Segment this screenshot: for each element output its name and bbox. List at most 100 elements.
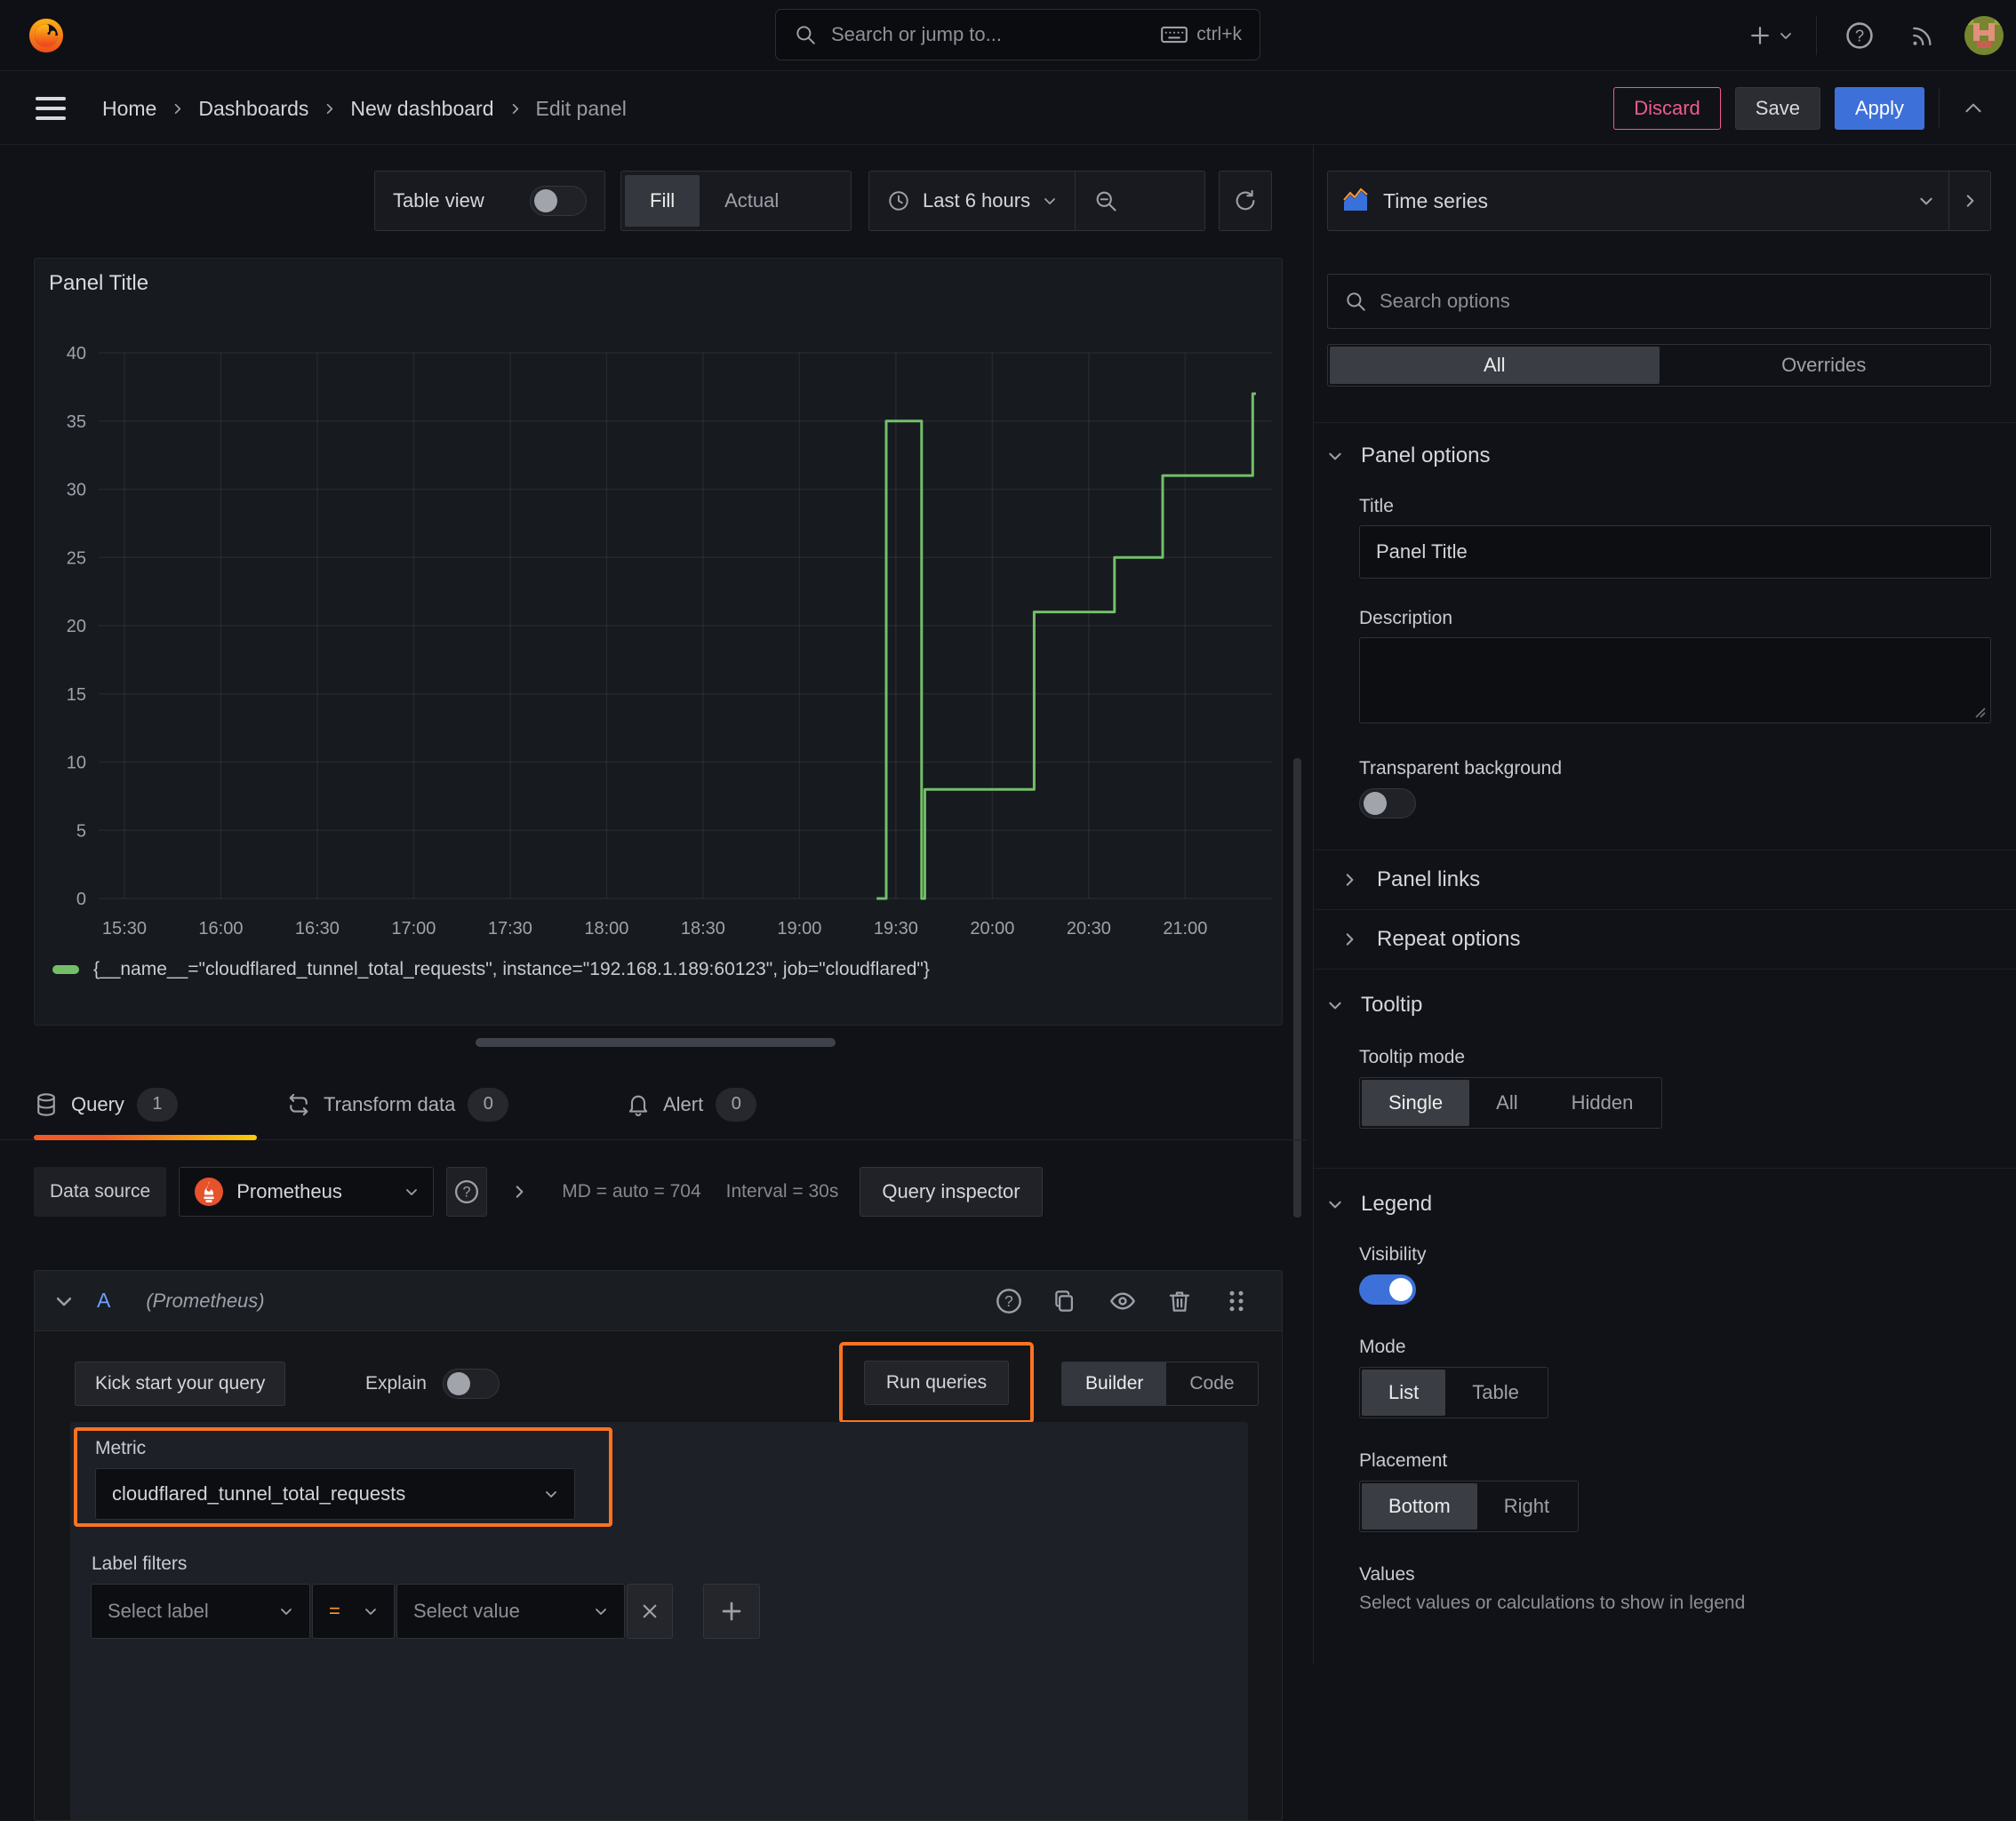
description-textarea[interactable] <box>1359 637 1991 723</box>
scrollbar-thumb[interactable] <box>1293 758 1301 1218</box>
datasource-picker[interactable]: Prometheus <box>179 1167 435 1217</box>
expand-options-button[interactable] <box>501 1184 537 1200</box>
placement-right-option[interactable]: Right <box>1477 1483 1576 1529</box>
legend-swatch[interactable] <box>52 965 79 974</box>
new-menu-button[interactable] <box>1747 22 1793 49</box>
tab-query[interactable]: Query 1 <box>34 1069 178 1139</box>
options-search-input[interactable]: Search options <box>1327 274 1991 329</box>
legend-values-label: Values <box>1359 1564 1415 1585</box>
chevron-down-icon[interactable] <box>54 1291 74 1311</box>
datasource-help-button[interactable]: ? <box>446 1167 488 1217</box>
chevron-down-icon <box>1780 33 1791 39</box>
run-queries-button[interactable]: Run queries <box>863 1361 1010 1405</box>
legend-section-header[interactable]: Legend <box>1327 1192 1991 1217</box>
news-button[interactable] <box>1902 16 1941 55</box>
drag-query-handle[interactable] <box>1221 1286 1252 1316</box>
table-view-toggle[interactable] <box>530 186 587 216</box>
fill-option[interactable]: Fill <box>625 175 700 227</box>
visualization-picker: Time series <box>1327 171 1991 231</box>
shortcut-hint: ctrl+k <box>1161 24 1242 45</box>
svg-text:20:00: 20:00 <box>970 919 1014 938</box>
chevron-right-icon <box>1346 874 1354 886</box>
chevron-down-icon <box>546 1491 556 1498</box>
query-inspector-button[interactable]: Query inspector <box>860 1167 1043 1217</box>
add-filter-button[interactable] <box>703 1584 760 1639</box>
code-option[interactable]: Code <box>1166 1362 1257 1405</box>
svg-text:40: 40 <box>67 344 86 363</box>
panel-title-input[interactable] <box>1359 525 1991 579</box>
table-view-label: Table view <box>393 189 484 212</box>
tooltip-section-header[interactable]: Tooltip <box>1327 993 1991 1018</box>
kick-start-query-button[interactable]: Kick start your query <box>75 1362 286 1406</box>
apply-button[interactable]: Apply <box>1834 87 1924 130</box>
chevron-down-icon <box>365 1609 376 1615</box>
duplicate-query-button[interactable] <box>1051 1286 1081 1316</box>
visualization-select[interactable]: Time series <box>1328 172 1948 230</box>
legend-series-label[interactable]: {__name__="cloudflared_tunnel_total_requ… <box>93 959 930 980</box>
zoom-out-button[interactable] <box>1076 172 1136 230</box>
svg-text:15: 15 <box>67 685 86 705</box>
database-icon <box>37 1092 55 1116</box>
time-range-label: Last 6 hours <box>923 189 1031 212</box>
breadcrumb-home[interactable]: Home <box>102 97 156 121</box>
open-viz-list-button[interactable] <box>1949 172 1990 230</box>
breadcrumb-dashboards[interactable]: Dashboards <box>198 97 308 121</box>
breadcrumb-bar: Home Dashboards New dashboard Edit panel… <box>0 72 2016 145</box>
delete-query-button[interactable] <box>1164 1286 1195 1316</box>
panel-options-section-header[interactable]: Panel options <box>1327 443 1991 468</box>
operator-dropdown[interactable]: = <box>312 1584 395 1639</box>
divider <box>1314 422 2016 423</box>
breadcrumb-new-dashboard[interactable]: New dashboard <box>350 97 493 121</box>
placement-bottom-option[interactable]: Bottom <box>1362 1483 1477 1529</box>
query-row-header[interactable]: A (Prometheus) ? <box>35 1271 1282 1331</box>
collapse-header-button[interactable] <box>1954 89 1993 128</box>
actual-option[interactable]: Actual <box>700 175 804 227</box>
legend-visibility-toggle[interactable] <box>1359 1274 1416 1305</box>
explain-toggle[interactable] <box>442 1369 500 1399</box>
svg-text:5: 5 <box>76 821 86 841</box>
panel-links-section[interactable]: Panel links <box>1341 851 1991 909</box>
repeat-options-section[interactable]: Repeat options <box>1341 910 1991 969</box>
hide-query-button[interactable] <box>1108 1286 1138 1316</box>
divider <box>1314 969 2016 970</box>
panel-resize-handle[interactable] <box>476 1038 836 1047</box>
chevron-right-icon <box>512 103 518 114</box>
search-input[interactable]: Search or jump to... ctrl+k <box>775 9 1260 60</box>
menu-toggle-button[interactable] <box>34 90 73 127</box>
builder-option[interactable]: Builder <box>1062 1362 1167 1405</box>
tab-overrides[interactable]: Overrides <box>1660 347 1989 384</box>
chevron-right-icon <box>175 103 181 114</box>
chevron-down-icon <box>1329 452 1341 460</box>
panel-title[interactable]: Panel Title <box>49 271 148 296</box>
legend-table-option[interactable]: Table <box>1445 1370 1546 1416</box>
svg-text:16:30: 16:30 <box>295 919 340 938</box>
metric-select[interactable]: cloudflared_tunnel_total_requests <box>95 1468 575 1520</box>
time-range-button[interactable]: Last 6 hours <box>869 172 1075 230</box>
transparent-background-toggle[interactable] <box>1359 788 1416 819</box>
tooltip-hidden-option[interactable]: Hidden <box>1545 1080 1660 1126</box>
discard-button[interactable]: Discard <box>1613 87 1721 130</box>
query-help-button[interactable]: ? <box>994 1286 1024 1316</box>
legend-list-option[interactable]: List <box>1362 1370 1446 1416</box>
select-label-dropdown[interactable]: Select label <box>91 1584 310 1639</box>
tooltip-single-option[interactable]: Single <box>1362 1080 1470 1126</box>
tab-all[interactable]: All <box>1330 347 1660 384</box>
chevron-down-icon <box>1329 1201 1341 1209</box>
grafana-logo[interactable] <box>25 14 68 57</box>
remove-filter-button[interactable] <box>627 1584 673 1639</box>
clock-icon <box>889 191 908 211</box>
rss-icon <box>1913 27 1932 46</box>
tab-transform-data[interactable]: Transform data 0 <box>286 1069 509 1139</box>
user-avatar[interactable] <box>1964 16 2004 55</box>
tooltip-mode-label: Tooltip mode <box>1359 1047 1466 1067</box>
tab-alert[interactable]: Alert 0 <box>626 1069 757 1139</box>
chevron-right-icon <box>1966 195 1974 207</box>
refresh-button[interactable] <box>1219 171 1272 231</box>
select-value-dropdown[interactable]: Select value <box>396 1584 625 1639</box>
help-button[interactable]: ? <box>1840 16 1879 55</box>
tooltip-all-option[interactable]: All <box>1469 1080 1544 1126</box>
select-label-placeholder: Select label <box>108 1600 209 1622</box>
operator-value: = <box>329 1600 340 1622</box>
query-ref-id[interactable]: A <box>97 1289 110 1313</box>
save-button[interactable]: Save <box>1734 87 1820 130</box>
